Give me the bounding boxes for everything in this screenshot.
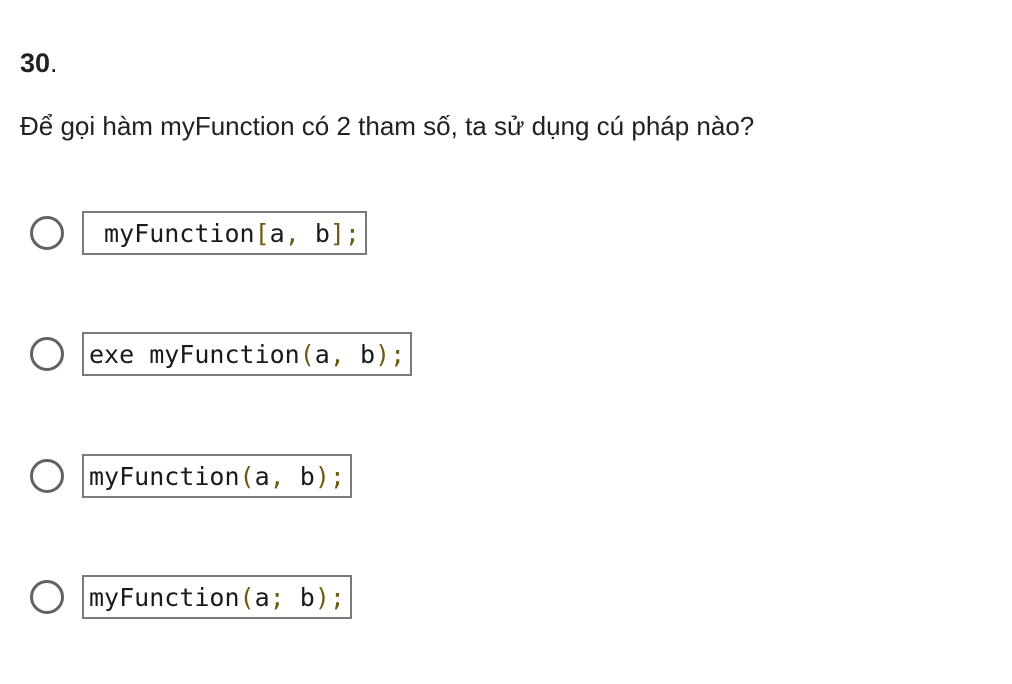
code-punctuation: ); [314, 582, 345, 612]
code-token: a [314, 339, 330, 369]
answer-option-1[interactable]: myFunction[a, b]; [30, 210, 367, 256]
code-token: myFunction [89, 461, 240, 491]
code-token: myFunction [89, 582, 240, 612]
option-code: myFunction(a; b); [82, 575, 352, 619]
code-punctuation: ( [239, 582, 255, 612]
radio-button-icon[interactable] [30, 337, 64, 371]
code-punctuation: , [284, 218, 300, 248]
radio-button-icon[interactable] [30, 459, 64, 493]
option-code: exe myFunction(a, b); [82, 332, 413, 376]
code-token: a [254, 461, 270, 491]
code-token: b [344, 339, 376, 369]
code-token: a [269, 218, 285, 248]
code-token: b [299, 218, 330, 248]
option-code: myFunction[a, b]; [82, 211, 367, 255]
code-punctuation: ); [375, 339, 406, 369]
answer-option-3[interactable]: myFunction(a, b); [30, 453, 352, 499]
option-code: myFunction(a, b); [82, 454, 352, 498]
code-punctuation: ( [239, 461, 255, 491]
code-punctuation: , [329, 339, 345, 369]
question-number-value: 30 [20, 48, 51, 78]
question-number-suffix: . [50, 48, 58, 78]
code-token: myFunction [89, 218, 255, 248]
code-token: b [284, 461, 315, 491]
answer-option-2[interactable]: exe myFunction(a, b); [30, 331, 413, 377]
code-punctuation: ; [269, 582, 285, 612]
code-punctuation: ]; [329, 218, 360, 248]
code-punctuation: ); [314, 461, 345, 491]
radio-button-icon[interactable] [30, 216, 64, 250]
code-token: b [284, 582, 315, 612]
answer-option-4[interactable]: myFunction(a; b); [30, 574, 352, 620]
code-punctuation: ( [299, 339, 315, 369]
question-text: Để gọi hàm myFunction có 2 tham số, ta s… [20, 111, 755, 141]
code-token: a [254, 582, 270, 612]
question-number: 30. [20, 44, 58, 82]
radio-button-icon[interactable] [30, 580, 64, 614]
code-punctuation: , [269, 461, 285, 491]
code-punctuation: [ [254, 218, 270, 248]
code-token: exe myFunction [89, 339, 300, 369]
